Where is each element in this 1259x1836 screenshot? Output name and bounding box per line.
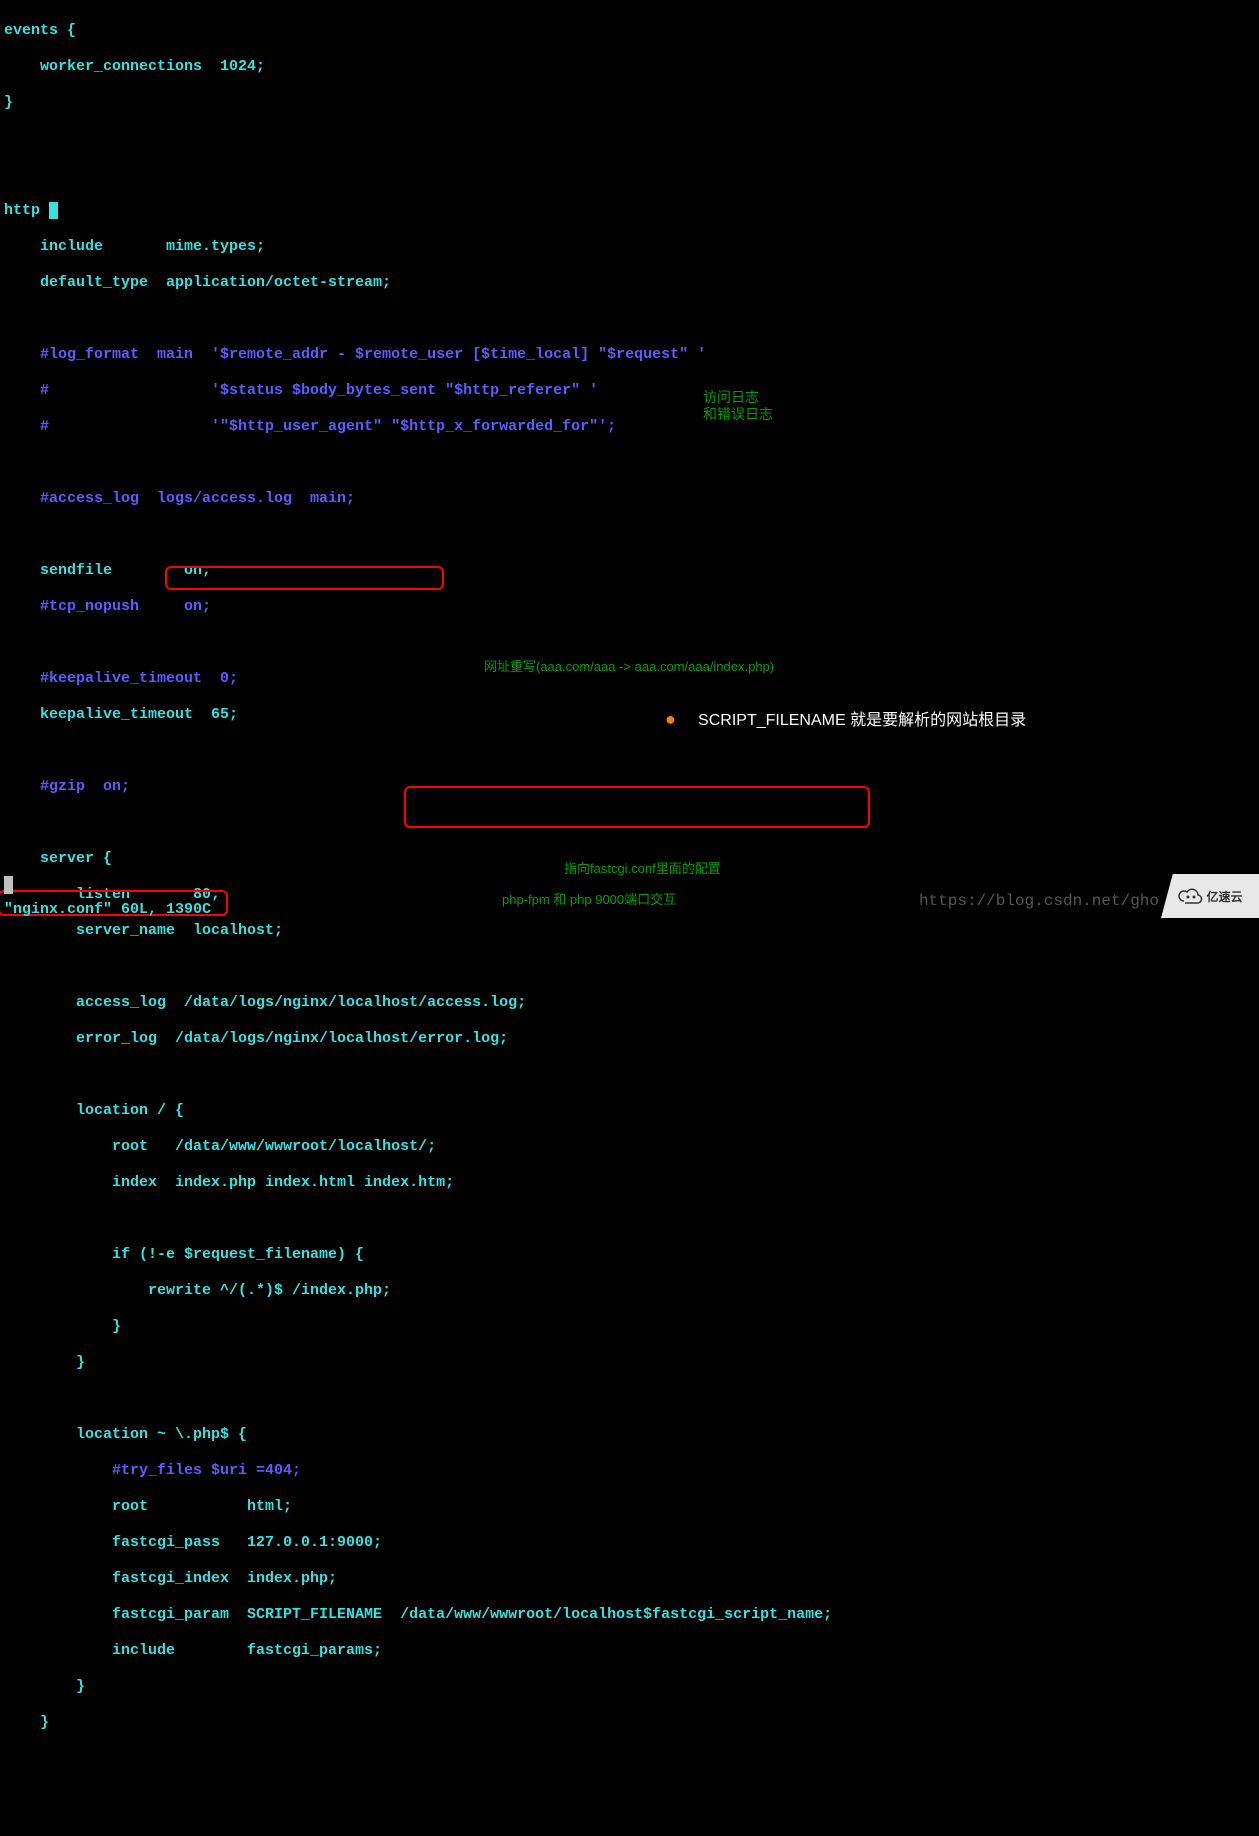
code-line: worker_connections 1024; [4, 58, 1259, 76]
code-line: #access_log logs/access.log main; [4, 490, 1259, 508]
code-line [4, 130, 1259, 148]
code-line: fastcgi_param SCRIPT_FILENAME /data/www/… [4, 1606, 1259, 1624]
code-line [4, 454, 1259, 472]
code-line: root html; [4, 1498, 1259, 1516]
annotation-fastcgi-conf: 指向fastcgi.conf里面的配置 [564, 858, 721, 877]
code-line: keepalive_timeout 65; [4, 706, 1259, 724]
annotation-php-fpm: php-fpm 和 php 9000端口交互 [502, 889, 676, 908]
code-line: #try_files $uri =404; [4, 1462, 1259, 1480]
code-line: fastcgi_index index.php; [4, 1570, 1259, 1588]
code-line: #log_format main '$remote_addr - $remote… [4, 346, 1259, 364]
code-line [4, 1066, 1259, 1084]
code-line: include mime.types; [4, 238, 1259, 256]
code-line: error_log /data/logs/nginx/localhost/err… [4, 1030, 1259, 1048]
code-line [4, 1390, 1259, 1408]
code-line [4, 634, 1259, 652]
annotation-rewrite: 网址重写(aaa.com/aaa -> aaa.com/aaa/index.ph… [484, 656, 774, 675]
code-line: if (!-e $request_filename) { [4, 1246, 1259, 1264]
code-line: # '$status $body_bytes_sent "$http_refer… [4, 382, 1259, 400]
annotation-script-filename: ● SCRIPT_FILENAME 就是要解析的网站根目录 [665, 706, 1026, 730]
code-line: events { [4, 22, 1259, 40]
code-line: } [4, 94, 1259, 112]
code-line: index index.php index.html index.htm; [4, 1174, 1259, 1192]
code-line: } [4, 1318, 1259, 1336]
code-line [4, 742, 1259, 760]
code-line: fastcgi_pass 127.0.0.1:9000; [4, 1534, 1259, 1552]
code-line [4, 1210, 1259, 1228]
cursor [49, 202, 58, 219]
code-line: access_log /data/logs/nginx/localhost/ac… [4, 994, 1259, 1012]
code-line: # '"$http_user_agent" "$http_x_forwarded… [4, 418, 1259, 436]
code-line: #tcp_nopush on; [4, 598, 1259, 616]
code-line: include fastcgi_params; [4, 1642, 1259, 1660]
code-line [4, 526, 1259, 544]
code-line [4, 166, 1259, 184]
code-line: http [4, 202, 1259, 220]
bullet-icon: ● [665, 709, 676, 729]
code-line [4, 310, 1259, 328]
code-line: } [4, 1678, 1259, 1696]
code-line: } [4, 1714, 1259, 1732]
logo-yisuyun: 亿速云 [1161, 874, 1259, 918]
code-line: location ~ \.php$ { [4, 1426, 1259, 1444]
highlight-box-root-path [165, 566, 444, 590]
cloud-icon [1177, 886, 1203, 906]
code-line: } [4, 1354, 1259, 1372]
code-line [4, 958, 1259, 976]
code-line: root /data/www/wwwroot/localhost/; [4, 1138, 1259, 1156]
code-line: default_type application/octet-stream; [4, 274, 1259, 292]
annotation-arrows [0, 1750, 1259, 1836]
watermark-url: https://blog.csdn.net/gho [919, 892, 1159, 910]
highlight-box-script-filename [404, 786, 870, 828]
code-line: location / { [4, 1102, 1259, 1120]
code-line: server_name localhost; [4, 922, 1259, 940]
status-cursor-block [4, 876, 13, 894]
vim-status-line: "nginx.conf" 60L, 1390C [0, 901, 211, 918]
code-line: rewrite ^/(.*)$ /index.php; [4, 1282, 1259, 1300]
annotation-error-log: 和错误日志 [703, 404, 773, 424]
